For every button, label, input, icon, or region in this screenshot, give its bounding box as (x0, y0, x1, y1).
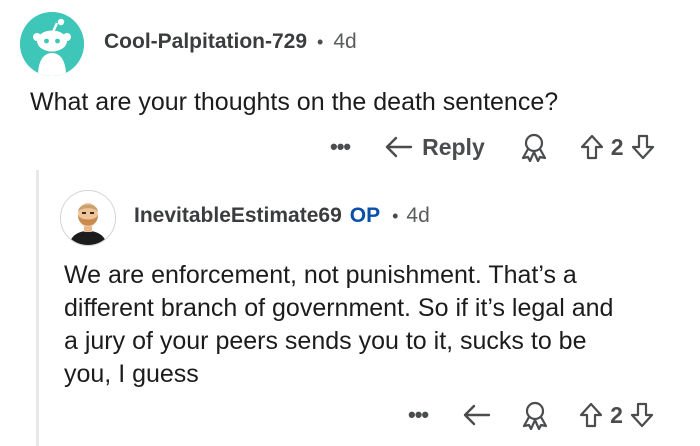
reply-username[interactable]: InevitableEstimate69 (134, 204, 342, 228)
separator-dot: • (392, 205, 399, 226)
comment-body: What are your thoughts on the death sent… (30, 88, 559, 116)
upvote-icon[interactable] (579, 133, 605, 161)
separator-dot: • (317, 31, 324, 52)
snoo-avatar[interactable] (20, 12, 84, 76)
award-icon[interactable] (519, 132, 549, 162)
reply-actions: ••• 2 (408, 400, 655, 430)
downvote-icon[interactable] (629, 401, 655, 429)
award-icon[interactable] (520, 400, 550, 430)
reply-body-line: you, I guess (64, 360, 199, 388)
comment-username[interactable]: Cool-Palpitation-729 (104, 30, 307, 54)
reply-label: Reply (422, 133, 485, 160)
vote-count: 2 (610, 401, 623, 428)
reply-button[interactable]: Reply (384, 134, 485, 161)
reply-arrow-icon[interactable] (462, 402, 492, 428)
reply-body-line: different branch of government. So if it… (64, 294, 614, 322)
reply-body-line: a jury of your peers sends you to it, su… (64, 327, 587, 355)
reply-header: InevitableEstimate69 OP • 4d (134, 204, 430, 228)
reply-body: We are enforcement, not punishment. That… (64, 259, 613, 391)
comment-age[interactable]: 4d (333, 30, 356, 54)
op-badge: OP (349, 204, 381, 227)
downvote-icon[interactable] (630, 133, 656, 161)
more-options-button[interactable]: ••• (408, 402, 429, 428)
reply-age[interactable]: 4d (406, 204, 429, 228)
more-options-button[interactable]: ••• (330, 134, 351, 160)
user-avatar[interactable] (60, 190, 116, 246)
thread-line[interactable] (36, 170, 39, 446)
comment-actions: ••• Reply 2 (330, 132, 656, 162)
reply-arrow-icon (384, 134, 414, 160)
upvote-icon[interactable] (578, 401, 604, 429)
vote-count: 2 (610, 133, 624, 160)
reply-body-line: We are enforcement, not punishment. That… (64, 261, 577, 289)
comment-header: Cool-Palpitation-729 • 4d (104, 30, 357, 54)
